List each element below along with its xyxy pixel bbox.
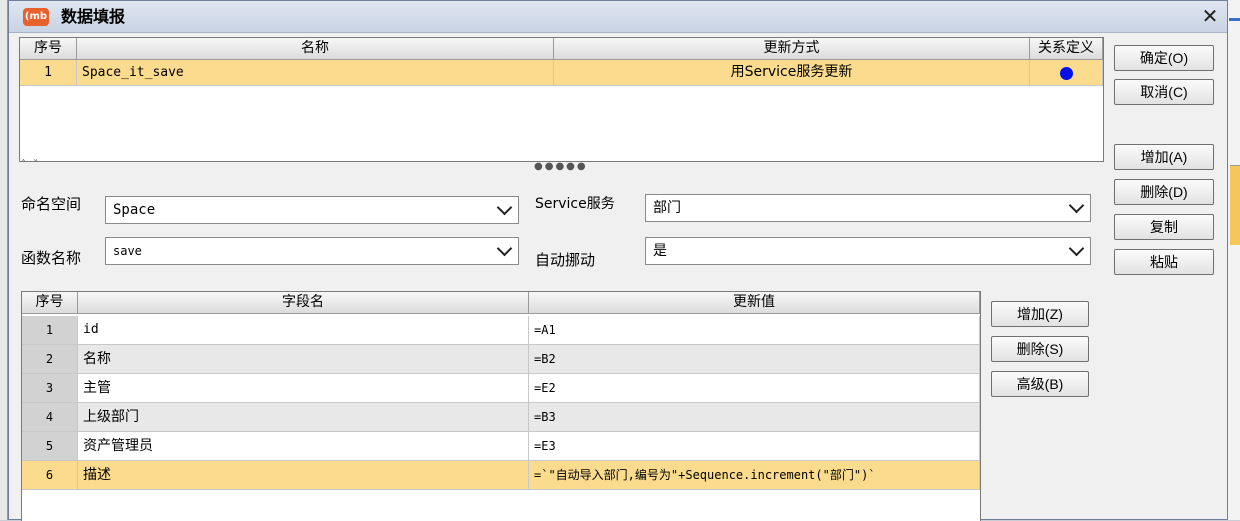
column-header-relation: 关系定义: [1030, 38, 1103, 60]
auto-move-value: 是: [653, 243, 667, 259]
update-value-cell[interactable]: =`"自动导入部门,编号为"+Sequence.increment("部门")`: [529, 461, 980, 490]
close-icon[interactable]: ✕: [1199, 5, 1221, 27]
update-value-cell[interactable]: =E2: [529, 374, 980, 403]
background-app-highlight: [1230, 165, 1240, 245]
column-header-update-mode: 更新方式: [554, 38, 1030, 60]
row-name[interactable]: Space_it_save: [77, 60, 554, 86]
add-config-button[interactable]: 增加(A): [1114, 144, 1214, 170]
chevron-down-icon: [496, 240, 513, 257]
row-index: 1: [20, 60, 77, 86]
advanced-button[interactable]: 高级(B): [991, 371, 1089, 397]
field-name-cell[interactable]: 主管: [78, 374, 529, 403]
update-value-cell[interactable]: =E3: [529, 432, 980, 461]
function-name-label: 函数名称: [21, 249, 82, 267]
splitter-handle-left[interactable]: ˄ ˅: [21, 159, 40, 170]
chevron-down-icon: [1068, 197, 1085, 214]
update-value-cell[interactable]: =B2: [529, 345, 980, 374]
column-header-name: 名称: [77, 38, 554, 60]
row-index: 3: [22, 374, 78, 403]
namespace-label: 命名空间: [21, 195, 82, 213]
ok-button[interactable]: 确定(O): [1114, 45, 1214, 71]
function-name-select[interactable]: save: [105, 237, 519, 265]
field-name-cell[interactable]: 名称: [78, 345, 529, 374]
data-fill-dialog: (mb 数据填报 ✕ 序号 名称 更新方式 关系定义 1 Space_it_sa…: [8, 0, 1228, 521]
delete-field-button[interactable]: 删除(S): [991, 336, 1089, 362]
title-bar: (mb 数据填报 ✕: [9, 1, 1227, 33]
function-name-value: save: [113, 244, 142, 258]
field-name-cell[interactable]: 描述: [78, 461, 529, 490]
field-name-cell[interactable]: id: [78, 316, 529, 345]
chevron-down-icon: [496, 199, 513, 216]
service-value: 部门: [653, 200, 681, 216]
column-header-update-value: 更新值: [529, 292, 980, 314]
cancel-button[interactable]: 取消(C): [1114, 79, 1214, 105]
namespace-value: Space: [113, 202, 156, 218]
add-field-button[interactable]: 增加(Z): [991, 301, 1089, 327]
row-relation[interactable]: [1030, 60, 1103, 86]
background-app-left-edge: [0, 0, 8, 520]
service-label: Service服务: [535, 196, 615, 212]
dialog-title: 数据填报: [61, 7, 126, 26]
auto-move-label: 自动挪动: [535, 251, 596, 269]
app-logo-icon: (mb: [23, 8, 49, 26]
column-header-index: 序号: [22, 292, 78, 314]
service-select[interactable]: 部门: [645, 194, 1091, 222]
auto-move-select[interactable]: 是: [645, 237, 1091, 265]
column-header-index: 序号: [20, 38, 77, 60]
field-mapping-table: 序号 字段名 更新值 1 id =A1 2 名称 =B2 3 主管 =E2 4 …: [21, 291, 981, 521]
row-index: 6: [22, 461, 78, 490]
update-value-cell[interactable]: =A1: [529, 316, 980, 345]
chevron-down-icon: [1068, 240, 1085, 257]
update-config-table: 序号 名称 更新方式 关系定义 1 Space_it_save 用Service…: [19, 37, 1104, 162]
row-update-mode[interactable]: 用Service服务更新: [554, 60, 1030, 86]
row-index: 1: [22, 316, 78, 345]
copy-button[interactable]: 复制: [1114, 214, 1214, 240]
namespace-select[interactable]: Space: [105, 196, 519, 224]
row-index: 2: [22, 345, 78, 374]
field-name-cell[interactable]: 上级部门: [78, 403, 529, 432]
blue-dot-icon: [1060, 67, 1073, 80]
row-index: 5: [22, 432, 78, 461]
delete-config-button[interactable]: 删除(D): [1114, 179, 1214, 205]
background-app-accent: [1229, 18, 1240, 21]
update-value-cell[interactable]: =B3: [529, 403, 980, 432]
splitter-handle[interactable]: ●●●●●: [534, 161, 588, 172]
row-index: 4: [22, 403, 78, 432]
background-app-right-edge: [1228, 0, 1240, 520]
paste-button[interactable]: 粘贴: [1114, 249, 1214, 275]
field-name-cell[interactable]: 资产管理员: [78, 432, 529, 461]
column-header-field-name: 字段名: [78, 292, 529, 314]
